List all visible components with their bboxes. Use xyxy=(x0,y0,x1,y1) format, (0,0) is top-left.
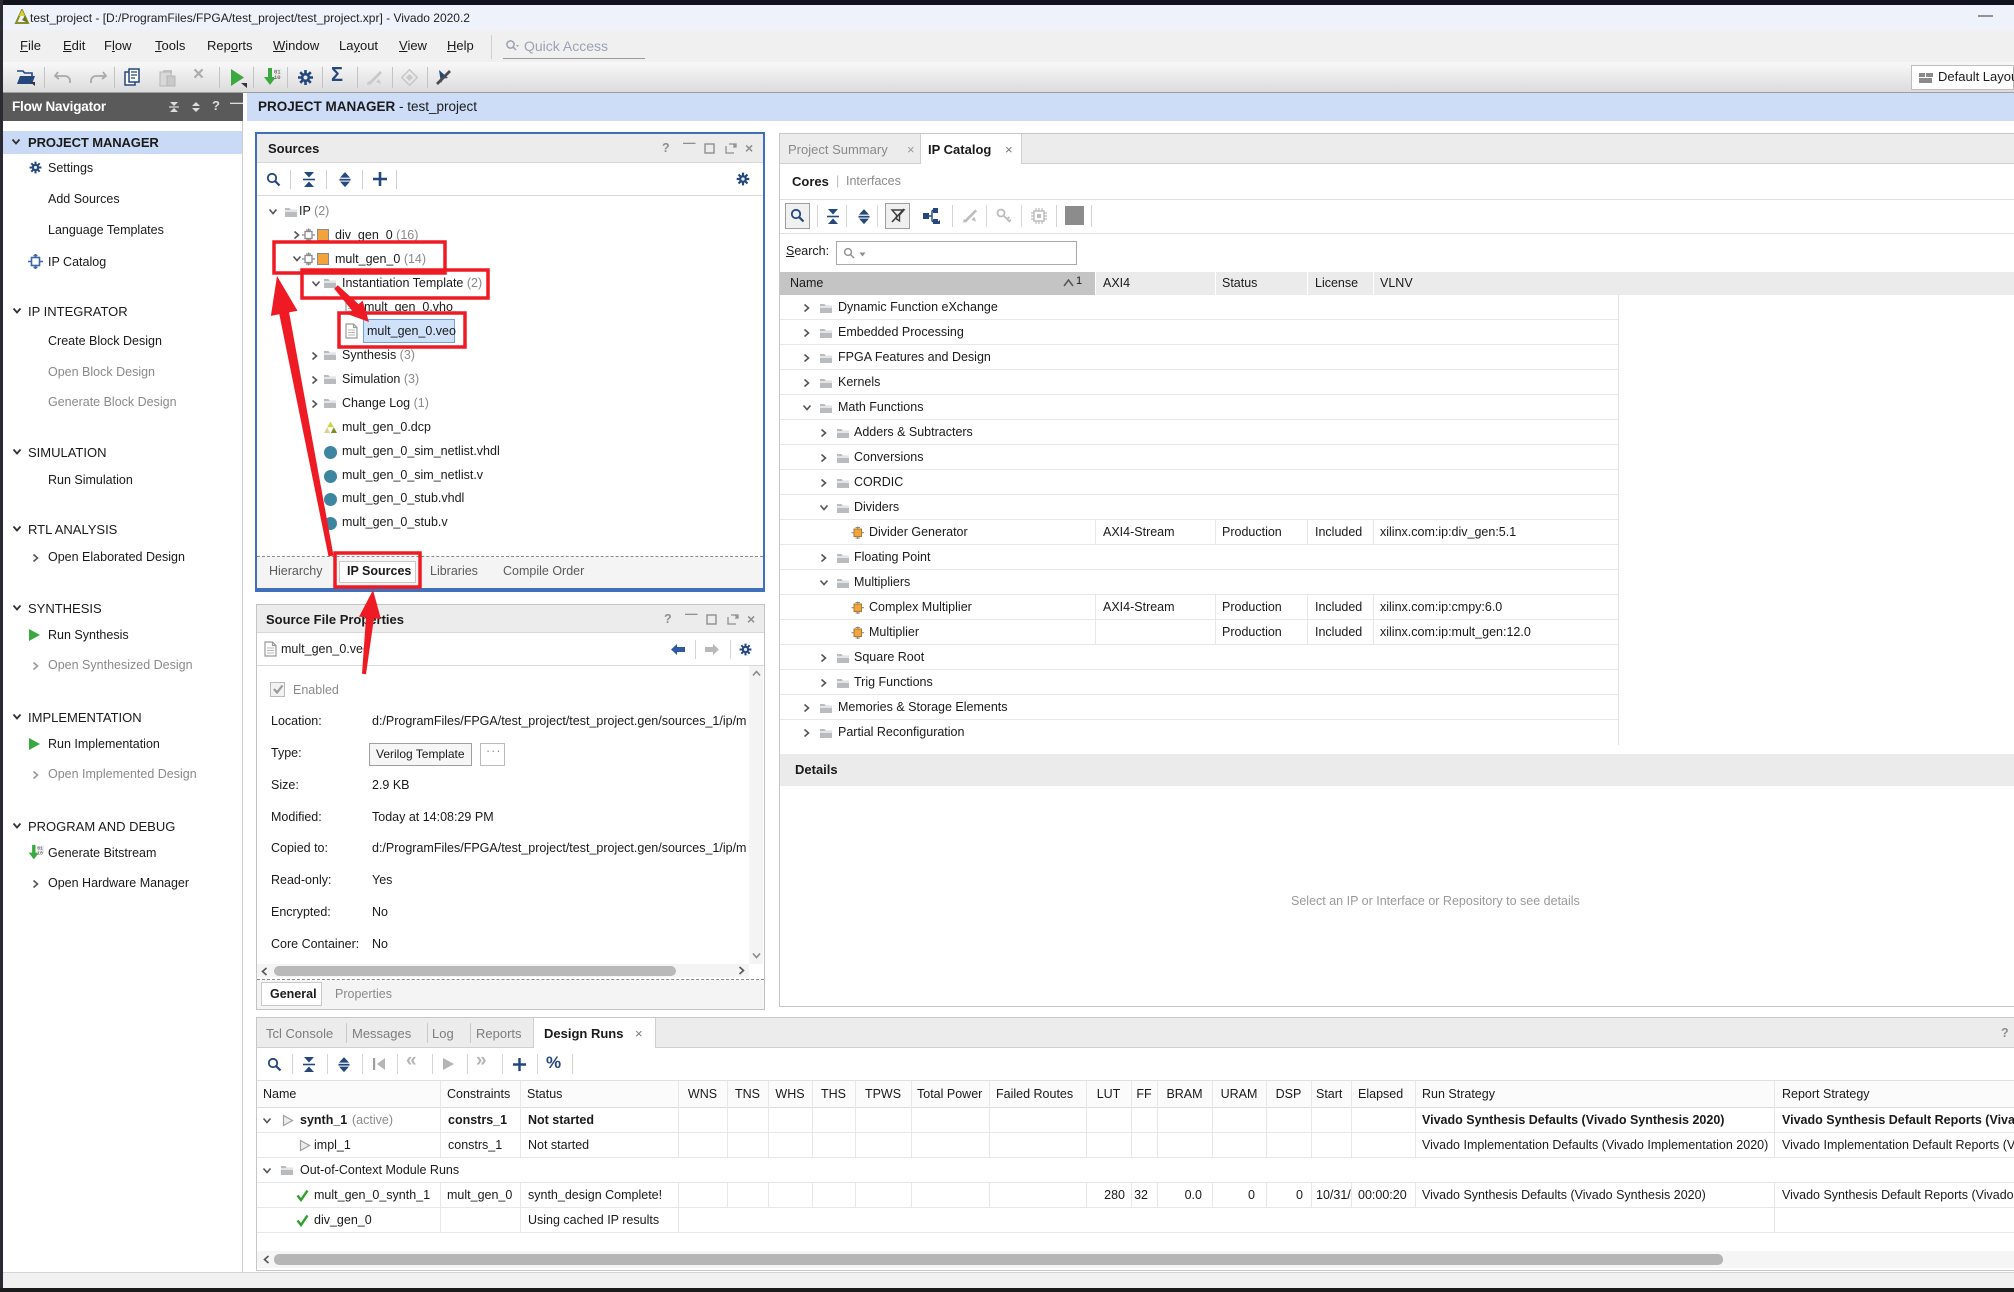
svg-text:10: 10 xyxy=(274,74,281,81)
svg-text:10: 10 xyxy=(37,850,43,856)
